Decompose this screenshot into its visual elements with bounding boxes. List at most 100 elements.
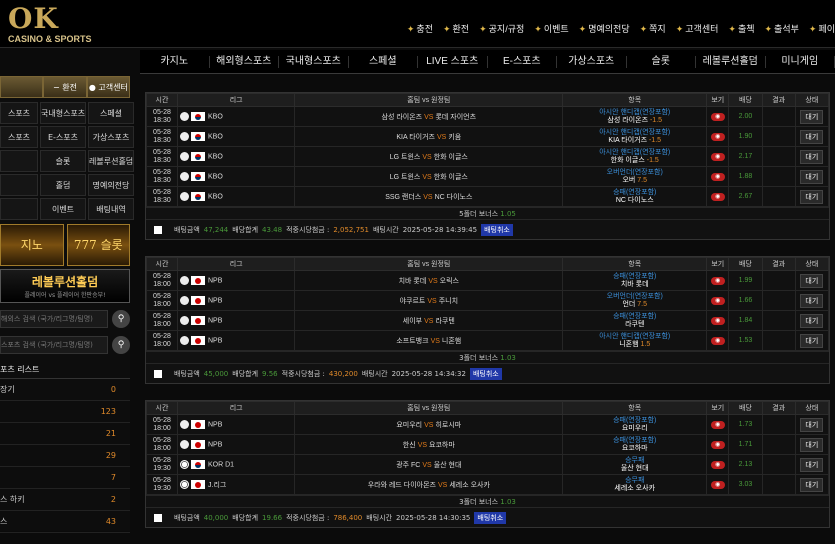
result-cell [762, 167, 795, 187]
sports-list-item[interactable]: 7 [0, 467, 130, 489]
sidebar-grid-item[interactable] [0, 198, 38, 220]
select-checkbox[interactable] [154, 370, 162, 378]
select-checkbox[interactable] [154, 514, 162, 522]
sidebar-grid-item[interactable]: 스페셜 [88, 102, 134, 124]
casino-banner[interactable]: 지노 [0, 224, 64, 266]
result-cell [762, 147, 795, 167]
eye-icon[interactable]: ◉ [711, 421, 725, 429]
eye-icon[interactable]: ◉ [711, 277, 725, 285]
top-link-icon: ✦ [809, 24, 817, 34]
sidebar-grid-item[interactable]: 홀덤 [40, 174, 86, 196]
eye-icon[interactable]: ◉ [711, 113, 725, 121]
top-link[interactable]: ✦공지/규정 [479, 22, 524, 35]
menu-item[interactable]: 미니게임 [766, 56, 835, 68]
match-hour: 18:30 [147, 117, 177, 125]
league-cell: KOR D1 [178, 455, 295, 475]
top-link[interactable]: ✦명예의전당 [579, 22, 630, 35]
sidebar-support-button[interactable]: ● 고객센터 [87, 76, 130, 98]
column-header: 상태 [795, 402, 828, 415]
menu-item[interactable]: 슬롯 [627, 56, 697, 68]
top-link[interactable]: ✦출석부 [765, 22, 799, 35]
menu-item[interactable]: 스페셜 [349, 56, 419, 68]
cancel-bet-button[interactable]: 배팅취소 [470, 368, 502, 380]
top-link-icon: ✦ [479, 24, 487, 34]
sidebar-grid-item[interactable]: 레볼루션홀덤 [88, 150, 134, 172]
bet-item: 승패(연장포함)치바 롯데 [563, 271, 707, 291]
eye-icon[interactable]: ◉ [711, 461, 725, 469]
sidebar-charge-button[interactable] [0, 76, 43, 98]
search-icon[interactable]: ⚲ [112, 336, 130, 354]
sports-list-item[interactable]: 29 [0, 445, 130, 467]
sidebar-grid-item[interactable]: 슬롯 [40, 150, 86, 172]
eye-icon[interactable]: ◉ [711, 337, 725, 345]
match-time: 05-2818:30 [147, 167, 178, 187]
bet-pick: NC 다이노스 [616, 197, 654, 204]
sidebar-grid-item[interactable]: 이벤트 [40, 198, 86, 220]
eye-icon[interactable]: ◉ [711, 153, 725, 161]
eye-icon[interactable]: ◉ [711, 173, 725, 181]
league-name: NPB [208, 277, 222, 284]
eye-icon[interactable]: ◉ [711, 317, 725, 325]
select-checkbox[interactable] [154, 226, 162, 234]
cancel-bet-button[interactable]: 배팅취소 [474, 512, 506, 524]
menu-item[interactable]: 국내형스포츠 [279, 56, 349, 68]
view-cell: ◉ [707, 147, 729, 167]
sidebar-grid-item[interactable]: 스포츠 [0, 126, 38, 148]
menu-item[interactable]: E-스포츠 [488, 56, 558, 68]
sidebar-grid-item[interactable]: E-스포츠 [40, 126, 86, 148]
sports-list-item[interactable]: 스43 [0, 511, 130, 533]
sports-list-item[interactable]: 장기0 [0, 379, 130, 401]
menu-item[interactable]: 카지노 [140, 56, 210, 68]
search-icon[interactable]: ⚲ [112, 310, 130, 328]
eye-icon[interactable]: ◉ [711, 133, 725, 141]
column-header: 배당 [729, 402, 762, 415]
menu-item[interactable]: 해외형스포츠 [210, 56, 280, 68]
sports-list-item[interactable]: 21 [0, 423, 130, 445]
sports-list-item[interactable]: 123 [0, 401, 130, 423]
league-cell: KBO [178, 187, 295, 207]
sidebar-grid-item[interactable] [0, 150, 38, 172]
top-link[interactable]: ✦출첵 [728, 22, 754, 35]
table-row: 05-2819:30KOR D1광주 FCVS울산 현대승무패울산 현대◉2.1… [147, 455, 829, 475]
bet-pick-wrap: 한화 이글스 -1.5 [563, 157, 706, 165]
top-link[interactable]: ✦쪽지 [640, 22, 666, 35]
eye-icon[interactable]: ◉ [711, 193, 725, 201]
match-teams: 한신VS요코하마 [295, 435, 563, 455]
sports-list-label: 스 하키 [0, 494, 25, 505]
status-cell: 대기 [795, 291, 828, 311]
eye-icon[interactable]: ◉ [711, 481, 725, 489]
top-link[interactable]: ✦이벤트 [534, 22, 568, 35]
logo-title: OK [8, 4, 88, 34]
top-link[interactable]: ✦페이 [809, 22, 835, 35]
menu-item[interactable]: 가상스포츠 [557, 56, 627, 68]
top-link[interactable]: ✦충전 [407, 22, 433, 35]
holdem-banner[interactable]: 레볼루션홀덤 플레이어 vs 플레이어 한판승부! [0, 269, 130, 303]
sports-list-count: 7 [111, 473, 116, 482]
match-teams: 삼성 라이온즈VS롯데 자이언츠 [295, 107, 563, 127]
menu-item[interactable]: 레볼루션홀덤 [696, 56, 766, 68]
sidebar-grid-item[interactable]: 가상스포츠 [88, 126, 134, 148]
amount-value: 47,244 [204, 226, 229, 234]
sidebar-grid-item[interactable]: 국내형스포츠 [40, 102, 86, 124]
sidebar-grid-item[interactable] [0, 174, 38, 196]
sidebar-grid-item[interactable]: 배팅내역 [88, 198, 134, 220]
slot-banner[interactable]: 777 슬롯 [67, 224, 131, 266]
sidebar-withdraw-button[interactable]: − 환전 [43, 76, 86, 98]
sports-list-item[interactable]: 스 하키2 [0, 489, 130, 511]
japan-flag-icon [191, 420, 205, 429]
sidebar-grid-item[interactable]: 스포츠 [0, 102, 38, 124]
sidebar-grid-item[interactable]: 명예의전당 [88, 174, 134, 196]
korea-flag-icon [191, 172, 205, 181]
search-domestic-input[interactable]: 스포츠 검색 (국가/리그명/팀명) [0, 336, 108, 354]
top-link[interactable]: ✦환전 [443, 22, 469, 35]
logo[interactable]: OK CASINO & SPORTS [8, 4, 88, 44]
top-link[interactable]: ✦고객센터 [676, 22, 719, 35]
search-overseas-input[interactable]: 해외스 검색 (국가/리그명/팀명) [0, 310, 108, 328]
status-badge: 대기 [800, 334, 823, 348]
withdraw-label: 환전 [62, 83, 77, 92]
eye-icon[interactable]: ◉ [711, 297, 725, 305]
eye-icon[interactable]: ◉ [711, 441, 725, 449]
match-teams: 광주 FCVS울산 현대 [295, 455, 563, 475]
menu-item[interactable]: LIVE 스포츠 [418, 56, 488, 68]
cancel-bet-button[interactable]: 배팅취소 [481, 224, 513, 236]
